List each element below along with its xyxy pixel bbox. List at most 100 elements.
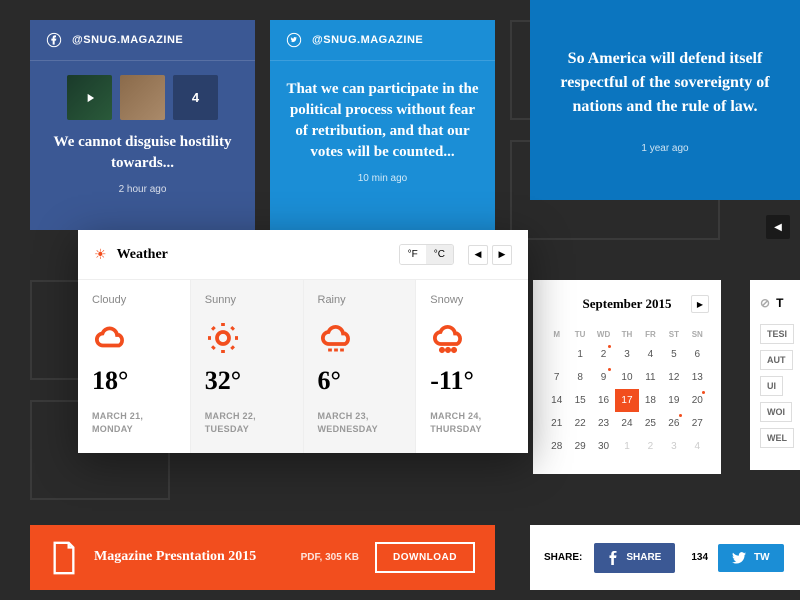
weather-condition: Cloudy bbox=[92, 294, 176, 306]
calendar-day[interactable]: 8 bbox=[568, 366, 591, 389]
twitter-text: That we can participate in the political… bbox=[286, 79, 479, 163]
calendar-day[interactable]: 21 bbox=[545, 412, 568, 435]
calendar-day[interactable]: 14 bbox=[545, 389, 568, 412]
tags-title: T bbox=[776, 296, 783, 310]
weather-condition: Sunny bbox=[205, 294, 289, 306]
calendar-day[interactable]: 27 bbox=[686, 412, 709, 435]
share-bar: SHARE: SHARE 134 TW bbox=[530, 525, 800, 590]
calendar-day[interactable]: 24 bbox=[615, 412, 638, 435]
calendar-day[interactable]: 13 bbox=[686, 366, 709, 389]
calendar-day[interactable]: 3 bbox=[662, 435, 685, 458]
thumbnail-image[interactable] bbox=[120, 75, 165, 120]
weather-icon bbox=[92, 318, 176, 358]
facebook-card[interactable]: @SNUG.MAGAZINE 4 We cannot disguise host… bbox=[30, 20, 255, 230]
calendar-day[interactable]: 5 bbox=[662, 343, 685, 366]
calendar-day-header: SN bbox=[686, 326, 709, 343]
calendar-day[interactable] bbox=[545, 343, 568, 366]
fahrenheit-button[interactable]: °F bbox=[400, 245, 426, 264]
facebook-time: 2 hour ago bbox=[46, 184, 239, 195]
thumbnail-count[interactable]: 4 bbox=[173, 75, 218, 120]
share-facebook-button[interactable]: SHARE bbox=[594, 543, 675, 573]
weather-date: MARCH 24, THURSDAY bbox=[430, 410, 514, 435]
weather-condition: Snowy bbox=[430, 294, 514, 306]
calendar-day[interactable]: 2 bbox=[592, 343, 615, 366]
download-button[interactable]: DOWNLOAD bbox=[375, 542, 475, 573]
weather-day[interactable]: Rainy 6° MARCH 23, WEDNESDAY bbox=[304, 280, 417, 453]
calendar-day[interactable]: 30 bbox=[592, 435, 615, 458]
twitter-time: 10 min ago bbox=[286, 173, 479, 184]
calendar-day-header: WD bbox=[592, 326, 615, 343]
download-bar: Magazine Presntation 2015 PDF, 305 KB DO… bbox=[30, 525, 495, 590]
calendar-day[interactable]: 7 bbox=[545, 366, 568, 389]
facebook-icon bbox=[608, 551, 618, 565]
weather-date: MARCH 22, TUESDAY bbox=[205, 410, 289, 435]
calendar-day[interactable]: 19 bbox=[662, 389, 685, 412]
calendar-day-header: TH bbox=[615, 326, 638, 343]
calendar-day[interactable]: 6 bbox=[686, 343, 709, 366]
weather-day[interactable]: Snowy-11°MARCH 24, THURSDAY bbox=[416, 280, 528, 453]
weather-day[interactable]: Sunny 32° MARCH 22, TUESDAY bbox=[191, 280, 304, 453]
weather-next-button[interactable]: ▶ bbox=[492, 245, 512, 265]
tag-item[interactable]: WOI bbox=[760, 402, 792, 422]
calendar-day[interactable]: 9 bbox=[592, 366, 615, 389]
thumbnail-image[interactable] bbox=[67, 75, 112, 120]
tag-item[interactable]: TESI bbox=[760, 324, 794, 344]
calendar-day[interactable]: 12 bbox=[662, 366, 685, 389]
weather-temp: 6° bbox=[318, 366, 402, 396]
calendar-day[interactable]: 25 bbox=[639, 412, 662, 435]
weather-title: Weather bbox=[117, 247, 399, 263]
calendar-day[interactable]: 26 bbox=[662, 412, 685, 435]
calendar-day[interactable]: 10 bbox=[615, 366, 638, 389]
weather-date: MARCH 23, WEDNESDAY bbox=[318, 410, 402, 435]
calendar-day[interactable]: 4 bbox=[686, 435, 709, 458]
calendar-day[interactable]: 18 bbox=[639, 389, 662, 412]
quote-time: 1 year ago bbox=[641, 143, 688, 154]
unit-toggle[interactable]: °F °C bbox=[399, 244, 454, 265]
facebook-handle: @SNUG.MAGAZINE bbox=[72, 34, 183, 46]
weather-condition: Rainy bbox=[318, 294, 402, 306]
twitter-card[interactable]: @SNUG.MAGAZINE That we can participate i… bbox=[270, 20, 495, 230]
tag-item[interactable]: WEL bbox=[760, 428, 794, 448]
twitter-icon bbox=[732, 552, 746, 564]
tag-icon: ⊘ bbox=[760, 296, 770, 310]
share-tw-label: TW bbox=[754, 552, 770, 563]
calendar-day[interactable]: 1 bbox=[568, 343, 591, 366]
calendar-day[interactable]: 3 bbox=[615, 343, 638, 366]
calendar-day-header: ST bbox=[662, 326, 685, 343]
calendar-day[interactable]: 23 bbox=[592, 412, 615, 435]
calendar-day[interactable]: 11 bbox=[639, 366, 662, 389]
calendar-day-header: FR bbox=[639, 326, 662, 343]
calendar-widget: September 2015 ▶ MTUWDTHFRSTSN1234567891… bbox=[533, 280, 721, 474]
weather-prev-button[interactable]: ◀ bbox=[468, 245, 488, 265]
twitter-header: @SNUG.MAGAZINE bbox=[270, 20, 495, 61]
calendar-day[interactable]: 4 bbox=[639, 343, 662, 366]
quote-card[interactable]: So America will defend itself respectful… bbox=[530, 0, 800, 200]
calendar-title: September 2015 bbox=[583, 296, 672, 312]
calendar-day[interactable]: 20 bbox=[686, 389, 709, 412]
facebook-text: We cannot disguise hostility towards... bbox=[46, 132, 239, 174]
weather-icon bbox=[318, 318, 402, 358]
share-label: SHARE: bbox=[544, 552, 582, 563]
weather-widget: ☀ Weather °F °C ◀ ▶ Cloudy18°MARCH 21, M… bbox=[78, 230, 528, 453]
calendar-day-header: TU bbox=[568, 326, 591, 343]
weather-temp: 32° bbox=[205, 366, 289, 396]
document-icon bbox=[50, 540, 78, 576]
share-twitter-button[interactable]: TW bbox=[718, 544, 784, 572]
calendar-day[interactable]: 15 bbox=[568, 389, 591, 412]
calendar-day[interactable]: 22 bbox=[568, 412, 591, 435]
weather-day[interactable]: Cloudy18°MARCH 21, MONDAY bbox=[78, 280, 191, 453]
carousel-prev-button[interactable]: ◀ bbox=[766, 215, 790, 239]
calendar-day[interactable]: 16 bbox=[592, 389, 615, 412]
calendar-day[interactable]: 28 bbox=[545, 435, 568, 458]
tags-widget: ⊘ T TESI AUT UI WOI WEL bbox=[750, 280, 800, 470]
sun-icon: ☀ bbox=[94, 246, 107, 263]
calendar-day[interactable]: 1 bbox=[615, 435, 638, 458]
tag-item[interactable]: UI bbox=[760, 376, 783, 396]
calendar-day[interactable]: 29 bbox=[568, 435, 591, 458]
calendar-next-button[interactable]: ▶ bbox=[691, 295, 709, 313]
calendar-day[interactable]: 17 bbox=[615, 389, 638, 412]
tag-item[interactable]: AUT bbox=[760, 350, 793, 370]
celsius-button[interactable]: °C bbox=[426, 245, 453, 264]
calendar-day[interactable]: 2 bbox=[639, 435, 662, 458]
twitter-icon bbox=[286, 32, 302, 48]
